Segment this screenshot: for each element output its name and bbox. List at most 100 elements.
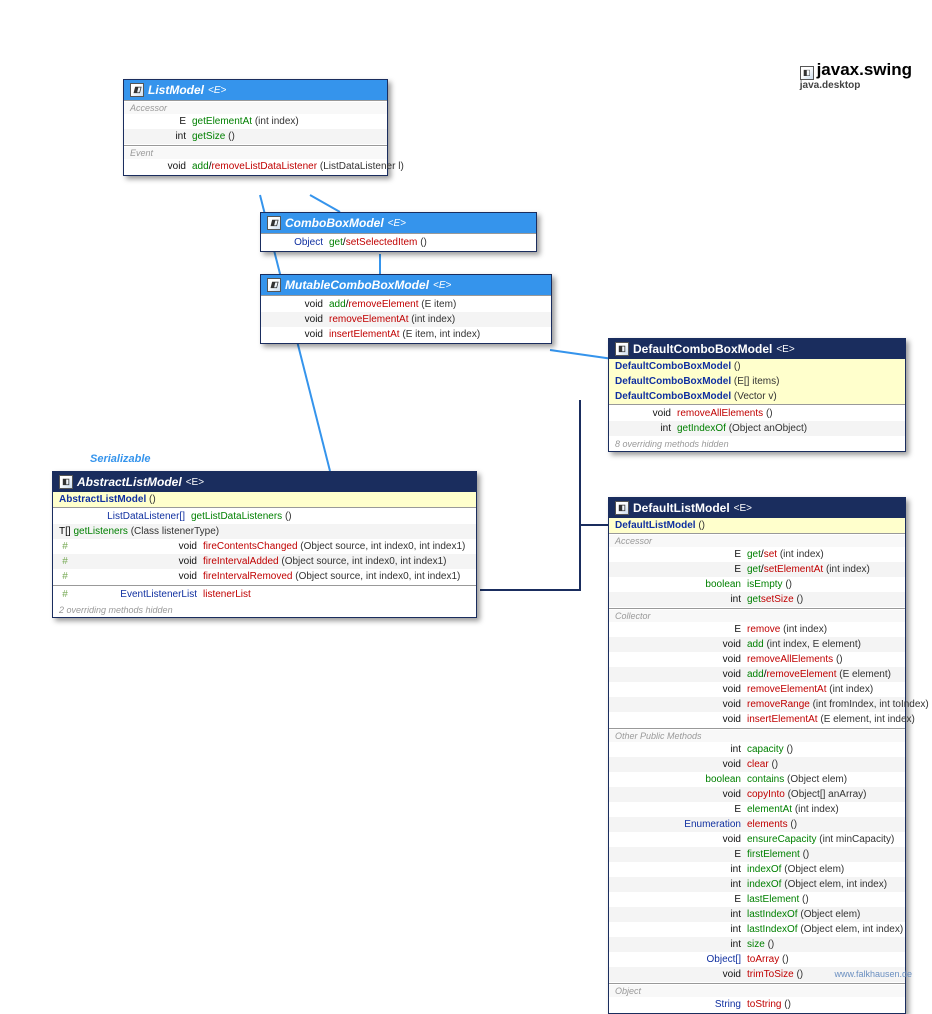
fields: #EventListenerListlistenerList [53,585,476,603]
class-abstractlistmodel[interactable]: ◧ AbstractListModel <E> AbstractListMode… [52,471,477,618]
class-header: ◧ DefaultComboBoxModel <E> [609,339,905,359]
method-row[interactable]: voidremoveAllElements () [609,406,905,421]
package-label: ◧ javax.swing java.desktop [800,60,912,91]
type-params: <E> [433,280,451,291]
method-row[interactable]: Object[]toArray () [609,952,905,967]
method-row[interactable]: voidinsertElementAt (E item, int index) [261,327,551,342]
method-row[interactable]: intlastIndexOf (Object elem, int index) [609,922,905,937]
method-row[interactable]: #voidfireContentsChanged (Object source,… [53,539,476,554]
method-row[interactable]: intindexOf (Object elem) [609,862,905,877]
method-row[interactable]: #voidfireIntervalAdded (Object source, i… [53,554,476,569]
method-row[interactable]: voidadd (int index, E element) [609,637,905,652]
constructors: AbstractListModel () [53,492,476,507]
class-title[interactable]: MutableComboBoxModel [285,278,429,292]
method-row[interactable]: voidadd/removeElement (E item) [261,297,551,312]
constructor-row[interactable]: DefaultComboBoxModel () [609,359,905,374]
serializable-label: Serializable [90,453,151,465]
method-row[interactable]: intindexOf (Object elem, int index) [609,877,905,892]
method-row[interactable]: voidinsertElementAt (E element, int inde… [609,712,905,727]
package-module: java.desktop [800,80,912,91]
class-body: AccessorEgetElementAt (int index)intgetS… [124,100,387,175]
interface-icon: ◧ [130,83,144,97]
class-comboboxmodel[interactable]: ◧ ComboBoxModel <E> Objectget/setSelecte… [260,212,537,252]
class-listmodel[interactable]: ◧ ListModel <E> AccessorEgetElementAt (i… [123,79,388,176]
method-row[interactable]: #EventListenerListlistenerList [53,587,476,602]
type-params: <E> [186,477,204,488]
class-icon: ◧ [59,475,73,489]
class-title[interactable]: ComboBoxModel [285,216,384,230]
class-title[interactable]: AbstractListModel [77,475,182,489]
method-row[interactable]: Objectget/setSelectedItem () [261,235,536,250]
method-row[interactable]: voidremoveElementAt (int index) [609,682,905,697]
method-row[interactable]: voidensureCapacity (int minCapacity) [609,832,905,847]
method-row[interactable]: #voidfireIntervalRemoved (Object source,… [53,569,476,584]
constructors: DefaultComboBoxModel ()DefaultComboBoxMo… [609,359,905,404]
constructor-row[interactable]: AbstractListModel () [53,492,476,507]
methods: ListDataListener[]getListDataListeners (… [53,507,476,585]
method-row[interactable]: T[] getListeners (Class listenerType) [53,524,476,539]
hidden-note: 8 overriding methods hidden [609,437,905,451]
class-defaultcomboboxmodel[interactable]: ◧ DefaultComboBoxModel <E> DefaultComboB… [608,338,906,452]
method-row[interactable]: EelementAt (int index) [609,802,905,817]
type-params: <E> [734,503,752,514]
class-body: Objectget/setSelectedItem () [261,233,536,251]
method-row[interactable]: intgetsetSize () [609,592,905,607]
class-body: voidadd/removeElement (E item)voidremove… [261,295,551,343]
interface-icon: ◧ [267,278,281,292]
method-row[interactable]: Eget/set (int index) [609,547,905,562]
method-row[interactable]: intlastIndexOf (Object elem) [609,907,905,922]
section-label: Accessor [124,102,387,114]
footer-credit[interactable]: www.falkhausen.de [834,969,912,979]
method-row[interactable]: EgetElementAt (int index) [124,114,387,129]
method-row[interactable]: Eget/setElementAt (int index) [609,562,905,577]
method-row[interactable]: voidremoveRange (int fromIndex, int toIn… [609,697,905,712]
class-icon: ◧ [615,501,629,515]
class-defaultlistmodel[interactable]: ◧ DefaultListModel <E> DefaultListModel … [608,497,906,1014]
section-label: Event [124,147,387,159]
method-row[interactable]: intgetSize () [124,129,387,144]
class-icon: ◧ [615,342,629,356]
methods: voidremoveAllElements ()intgetIndexOf (O… [609,404,905,437]
method-row[interactable]: Enumerationelements () [609,817,905,832]
type-params: <E> [776,344,794,355]
method-row[interactable]: EfirstElement () [609,847,905,862]
method-row[interactable]: ElastElement () [609,892,905,907]
method-row[interactable]: voidcopyInto (Object[] anArray) [609,787,905,802]
method-row[interactable]: Eremove (int index) [609,622,905,637]
type-params: <E> [388,218,406,229]
section-label: Accessor [609,535,905,547]
class-title[interactable]: ListModel [148,83,204,97]
constructors: DefaultListModel () [609,518,905,533]
class-title[interactable]: DefaultListModel [633,501,730,515]
method-row[interactable]: voidadd/removeListDataListener (ListData… [124,159,387,174]
method-row[interactable]: ListDataListener[]getListDataListeners (… [53,509,476,524]
section-label: Other Public Methods [609,730,905,742]
method-row[interactable]: intsize () [609,937,905,952]
package-title: javax.swing [817,60,912,79]
method-row[interactable]: voidclear () [609,757,905,772]
class-header: ◧ ListModel <E> [124,80,387,100]
methods: AccessorEget/set (int index)Eget/setElem… [609,533,905,1013]
method-row[interactable]: intcapacity () [609,742,905,757]
method-row[interactable]: booleancontains (Object elem) [609,772,905,787]
class-header: ◧ DefaultListModel <E> [609,498,905,518]
class-header: ◧ ComboBoxModel <E> [261,213,536,233]
method-row[interactable]: voidadd/removeElement (E element) [609,667,905,682]
method-row[interactable]: StringtoString () [609,997,905,1012]
section-label: Collector [609,610,905,622]
method-row[interactable]: voidremoveAllElements () [609,652,905,667]
method-row[interactable]: voidremoveElementAt (int index) [261,312,551,327]
constructor-row[interactable]: DefaultListModel () [609,518,905,533]
constructor-row[interactable]: DefaultComboBoxModel (Vector v) [609,389,905,404]
hidden-note: 2 overriding methods hidden [53,603,476,617]
method-row[interactable]: intgetIndexOf (Object anObject) [609,421,905,436]
class-title[interactable]: DefaultComboBoxModel [633,342,772,356]
constructor-row[interactable]: DefaultComboBoxModel (E[] items) [609,374,905,389]
class-header: ◧ MutableComboBoxModel <E> [261,275,551,295]
package-icon: ◧ [800,66,814,80]
class-header: ◧ AbstractListModel <E> [53,472,476,492]
type-params: <E> [208,85,226,96]
method-row[interactable]: booleanisEmpty () [609,577,905,592]
class-mutablecomboboxmodel[interactable]: ◧ MutableComboBoxModel <E> voidadd/remov… [260,274,552,344]
interface-icon: ◧ [267,216,281,230]
